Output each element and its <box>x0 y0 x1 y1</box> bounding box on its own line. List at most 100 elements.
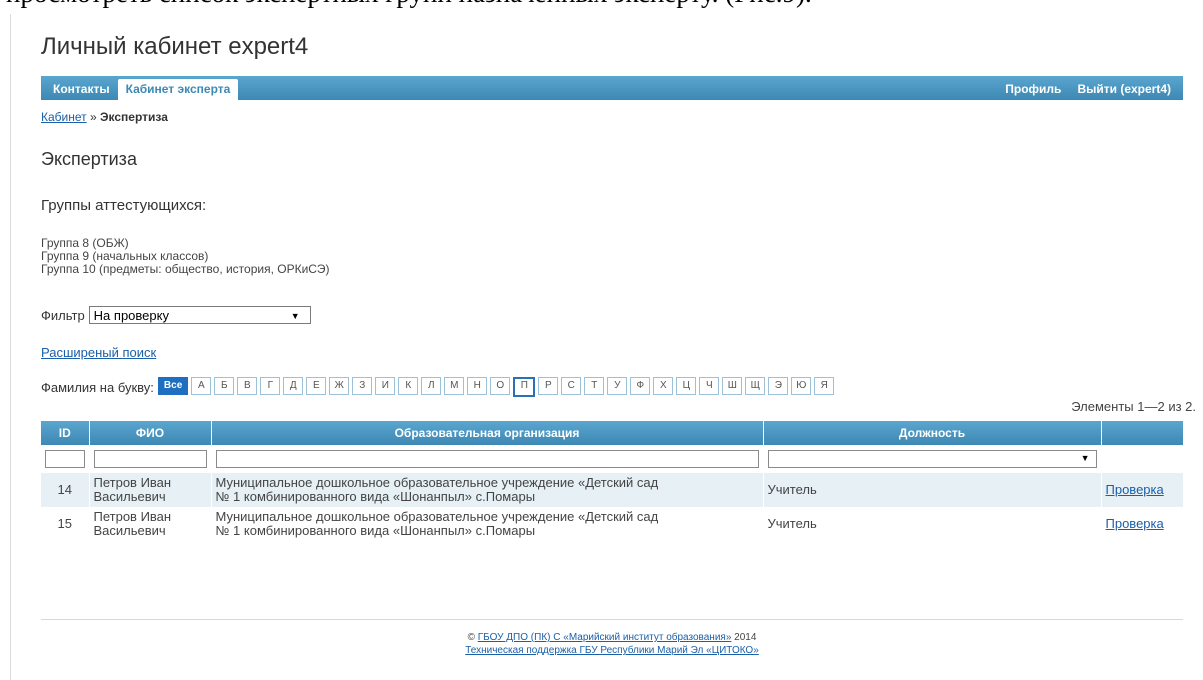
alphabet-buttons: Все АБВГДЕЖЗИКЛМНОПРСТУФХЦЧШЩЭЮЯ <box>157 377 837 397</box>
dropdown-arrow-icon: ▼ <box>290 311 300 321</box>
breadcrumb: Кабинет » Экспертиза <box>41 110 168 124</box>
id-filter-input[interactable] <box>45 450 85 468</box>
table-filter-row: ▼ <box>41 445 1184 473</box>
cell-id: 15 <box>41 507 90 541</box>
alphabet-button-all[interactable]: Все <box>157 377 189 395</box>
alphabet-button[interactable]: И <box>375 377 396 395</box>
footer-support-link[interactable]: Техническая поддержка ГБУ Республики Мар… <box>465 645 759 656</box>
table-row: 14 Петров Иван Васильевич Муниципальное д… <box>41 473 1184 507</box>
alphabet-button[interactable]: Ф <box>630 377 651 395</box>
fio-line: Петров Иван <box>93 509 172 524</box>
cell-action: Проверка <box>1101 473 1184 507</box>
alphabet-button[interactable]: Л <box>421 377 442 395</box>
alphabet-button[interactable]: Г <box>260 377 281 395</box>
breadcrumb-link-cabinet[interactable]: Кабинет <box>41 110 87 124</box>
column-header-id[interactable]: ID <box>41 421 90 445</box>
nav-item-logout[interactable]: Выйти (expert4) <box>1069 76 1179 100</box>
site-title: Личный кабинет expert4 <box>41 33 309 60</box>
alphabet-button[interactable]: А <box>191 377 212 395</box>
alphabet-button[interactable]: Ж <box>329 377 350 395</box>
cell-organization: Муниципальное дошкольное образовательное… <box>211 507 764 541</box>
alphabet-filter: Фамилия на букву: Все АБВГДЕЖЗИКЛМНОПРСТ… <box>41 377 837 397</box>
alphabet-button[interactable]: Я <box>814 377 835 395</box>
alphabet-button[interactable]: Ш <box>722 377 743 395</box>
alphabet-button[interactable]: В <box>237 377 258 395</box>
app-window: Личный кабинет expert4 Контакты Кабинет … <box>10 14 1203 680</box>
alphabet-button[interactable]: Д <box>283 377 304 395</box>
nav-item-contacts[interactable]: Контакты <box>41 76 118 100</box>
page-title: Экспертиза <box>41 149 137 169</box>
nav-item-profile[interactable]: Профиль <box>997 76 1069 100</box>
column-header-fio[interactable]: ФИО <box>89 421 212 445</box>
footer-org-link[interactable]: ГБОУ ДПО (ПК) С «Марийский институт обра… <box>478 632 732 643</box>
items-count: Элементы 1—2 из 2. <box>1071 399 1196 414</box>
group-item: Группа 10 (предметы: общество, история, … <box>41 262 330 276</box>
alphabet-button[interactable]: Н <box>467 377 488 395</box>
alphabet-button[interactable]: Б <box>214 377 235 395</box>
alphabet-button[interactable]: Т <box>584 377 605 395</box>
fio-line: Петров Иван <box>93 475 172 490</box>
filter-select[interactable]: На проверку ▼ <box>88 306 311 324</box>
cell-position: Учитель <box>763 507 1102 541</box>
alphabet-button[interactable]: З <box>352 377 373 395</box>
groups-heading: Группы аттестующихся: <box>41 197 207 214</box>
alphabet-button[interactable]: О <box>490 377 511 395</box>
copyright-prefix: © <box>467 632 478 643</box>
org-line: Муниципальное дошкольное образовательное… <box>215 509 659 524</box>
breadcrumb-current: Экспертиза <box>99 110 168 124</box>
groups-list: Группа 8 (ОБЖ) Группа 9 (начальных класс… <box>41 237 329 276</box>
alphabet-button[interactable]: М <box>444 377 465 395</box>
position-filter-select[interactable]: ▼ <box>767 450 1097 468</box>
footer-year: 2014 <box>731 632 757 643</box>
dropdown-arrow-icon: ▼ <box>1080 453 1090 463</box>
column-header-organization[interactable]: Образовательная организация <box>211 421 764 445</box>
alphabet-label: Фамилия на букву: <box>41 379 154 395</box>
nav-left: Контакты Кабинет эксперта <box>41 76 239 100</box>
alphabet-button[interactable]: Ч <box>699 377 720 395</box>
cell-fio: Петров Иван Васильевич <box>89 507 212 541</box>
alphabet-button[interactable]: Э <box>768 377 789 395</box>
cell-action: Проверка <box>1101 507 1184 541</box>
organization-filter-input[interactable] <box>215 450 759 468</box>
cell-organization: Муниципальное дошкольное образовательное… <box>211 473 764 507</box>
footer: © ГБОУ ДПО (ПК) С «Марийский институт об… <box>41 631 1183 657</box>
alphabet-button[interactable]: П <box>513 377 536 397</box>
nav-right: Профиль Выйти (expert4) <box>997 76 1179 100</box>
org-line: № 1 комбинированного вида «Шонанпыл» с.П… <box>215 489 536 504</box>
check-link[interactable]: Проверка <box>1106 482 1164 497</box>
footer-copyright: © ГБОУ ДПО (ПК) С «Марийский институт об… <box>41 631 1183 644</box>
alphabet-button[interactable]: Х <box>653 377 674 395</box>
alphabet-button[interactable]: Р <box>538 377 559 395</box>
alphabet-button[interactable]: Е <box>306 377 327 395</box>
cell-position: Учитель <box>763 473 1102 507</box>
table-header-row: ID ФИО Образовательная организация Должн… <box>41 421 1184 445</box>
footer-divider <box>41 619 1183 620</box>
table-row: 15 Петров Иван Васильевич Муниципальное д… <box>41 507 1184 541</box>
top-navbar: Контакты Кабинет эксперта Профиль Выйти … <box>41 76 1183 100</box>
alphabet-button[interactable]: К <box>398 377 419 395</box>
check-link[interactable]: Проверка <box>1106 516 1164 531</box>
alphabet-button[interactable]: Ю <box>791 377 812 395</box>
filter-label: Фильтр <box>41 307 85 323</box>
cell-id: 14 <box>41 473 90 507</box>
empty-cell <box>1101 445 1184 473</box>
alphabet-button[interactable]: У <box>607 377 628 395</box>
column-header-position[interactable]: Должность <box>763 421 1102 445</box>
fio-line: Васильевич <box>93 523 166 538</box>
org-line: № 1 комбинированного вида «Шонанпыл» с.П… <box>215 523 536 538</box>
column-header-action <box>1101 421 1184 445</box>
advanced-search-link[interactable]: Расширеный поиск <box>41 345 156 360</box>
org-line: Муниципальное дошкольное образовательное… <box>215 475 659 490</box>
nav-item-expert-cabinet[interactable]: Кабинет эксперта <box>117 79 239 100</box>
cell-fio: Петров Иван Васильевич <box>89 473 212 507</box>
breadcrumb-separator: » <box>86 110 100 124</box>
filter-select-value: На проверку <box>93 308 169 323</box>
alphabet-button[interactable]: С <box>561 377 582 395</box>
fio-line: Васильевич <box>93 489 166 504</box>
alphabet-button[interactable]: Щ <box>745 377 766 395</box>
alphabet-button[interactable]: Ц <box>676 377 697 395</box>
footer-support: Техническая поддержка ГБУ Республики Мар… <box>41 644 1183 657</box>
experts-table: ID ФИО Образовательная организация Должн… <box>41 421 1184 541</box>
filter-row: Фильтр На проверку ▼ <box>41 306 311 324</box>
fio-filter-input[interactable] <box>93 450 207 468</box>
